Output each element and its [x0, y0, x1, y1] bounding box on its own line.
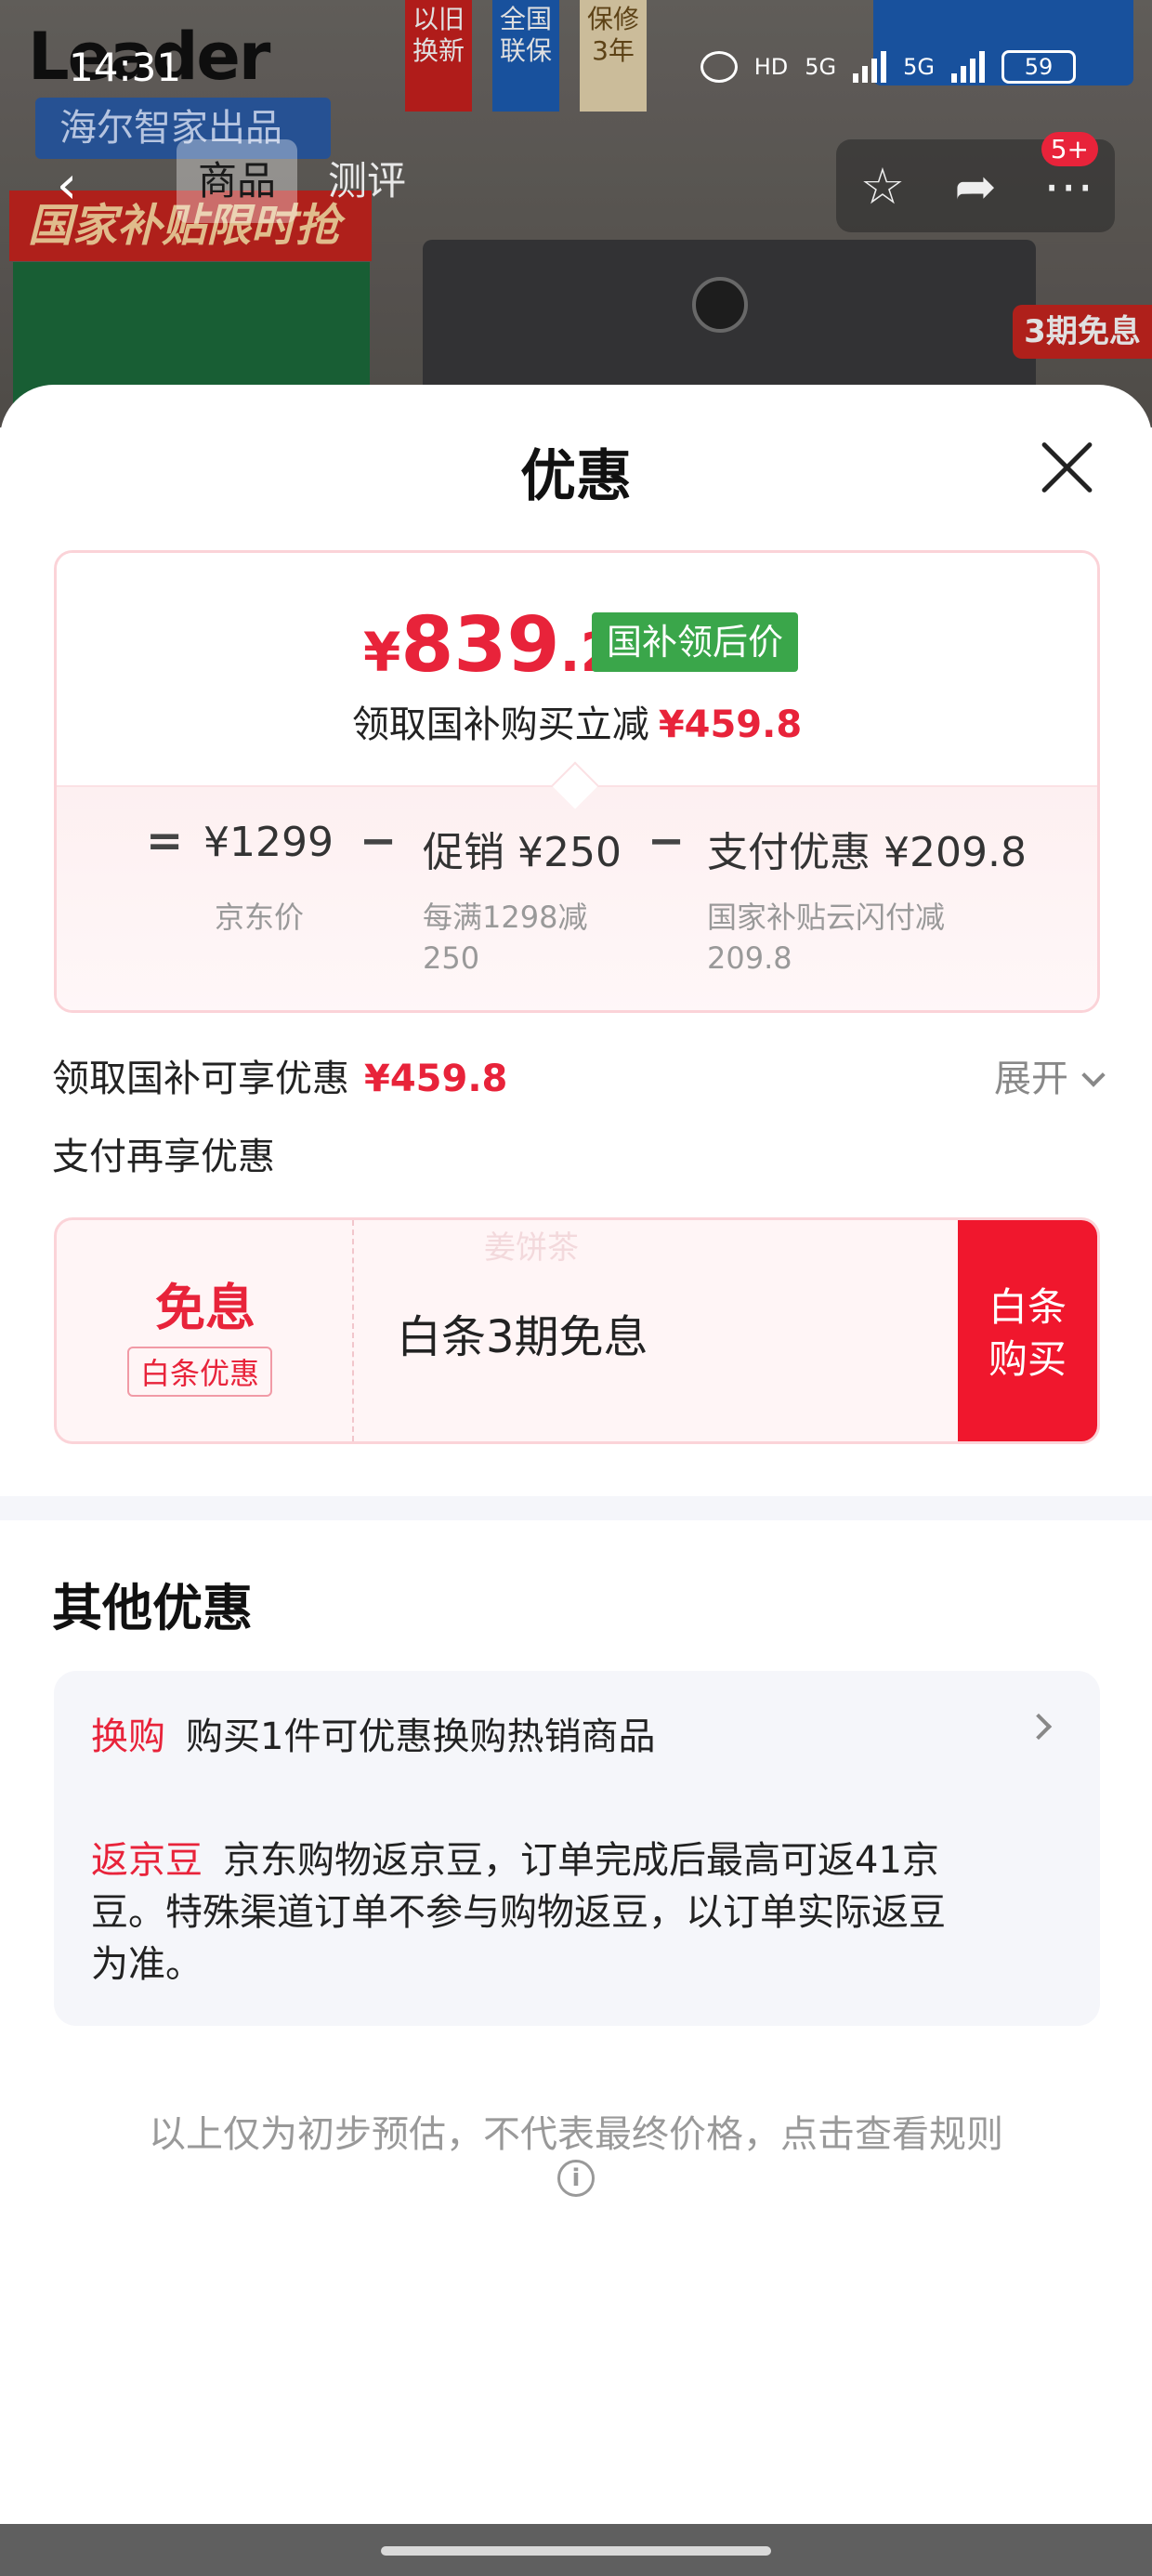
promo-desc-line2: 250 [423, 940, 480, 976]
minus-sign-1: − [360, 815, 398, 867]
pay-more-label: 支付再享优惠 [52, 1136, 275, 1178]
price-integer: 839 [400, 601, 560, 690]
system-navigation-bar [0, 2524, 1152, 2576]
signal-icon-1 [853, 51, 887, 83]
swap-tag: 换购 [91, 1715, 165, 1758]
status-time: 14:31 [69, 45, 182, 90]
section-divider [0, 1496, 1152, 1520]
reduce-text: 领取国补购买立减 [351, 703, 649, 746]
price-disclaimer-link[interactable]: 以上仅为初步预估，不代表最终价格，点击查看规则 [0, 2104, 1152, 2158]
subsidy-label: 领取国补可享优惠 [52, 1058, 349, 1100]
bean-tag: 返京豆 [91, 1839, 203, 1882]
pay-desc-line2: 209.8 [707, 940, 792, 976]
subsidy-price-tag: 国补领后价 [592, 612, 799, 672]
status-icons: HD 5G 5G 59 [700, 50, 1076, 84]
reduce-line: 领取国补购买立减 ¥459.8 [57, 694, 1097, 748]
swap-text: 购买1件可优惠换购热销商品 [186, 1715, 656, 1758]
tab-review[interactable]: 测评 [307, 139, 427, 223]
swap-offer-row[interactable]: 换购 购买1件可优惠换购热销商品 [91, 1706, 1057, 1762]
other-offers-box: 换购 购买1件可优惠换购热销商品 返京豆 京东购物返京豆，订单完成后最高可返41京 … [54, 1671, 1100, 2026]
battery-icon: 59 [1001, 50, 1076, 84]
payment-discount-description: 国家补贴云闪付减 209.8 [707, 897, 945, 979]
product-tabs: 商品 测评 [177, 139, 427, 223]
jd-bean-offer-row: 返京豆 京东购物返京豆，订单完成后最高可返41京 豆。特殊渠道订单不参与购物返豆，… [91, 1834, 1039, 1991]
close-button[interactable] [1033, 433, 1100, 500]
interest-free-label: 免息 [155, 1279, 255, 1337]
hd-icon: HD [753, 54, 789, 80]
nav-actions: ☆ ➦ ⋯ 5+ [836, 132, 1115, 232]
status-bar: 14:31 HD 5G 5G 59 [0, 0, 1152, 139]
back-icon[interactable]: ‹ [39, 160, 95, 216]
tab-product[interactable]: 商品 [177, 139, 297, 223]
reduce-amount: ¥459.8 [658, 703, 803, 746]
subsidy-row: 领取国补可享优惠 ¥459.8 展开 [52, 1048, 1106, 1104]
alarm-icon [700, 51, 738, 83]
share-icon[interactable]: ➦ [938, 157, 1013, 216]
base-price-label: 京东价 [215, 900, 305, 935]
baitiao-offer-card[interactable]: 免息 白条优惠 姜饼茶 白条3期免息 白条 购买 [54, 1217, 1100, 1444]
expand-button[interactable]: 展开 [994, 1048, 1106, 1102]
signal-icon-2 [951, 51, 985, 83]
equals-sign: = [146, 815, 184, 867]
expand-label: 展开 [994, 1058, 1068, 1100]
chevron-down-icon [1081, 1063, 1106, 1087]
minus-sign-2: − [648, 815, 686, 867]
promo-description: 每满1298减 250 [423, 897, 587, 979]
price-summary: ¥839.2 国补领后价 领取国补购买立减 ¥459.8 [57, 553, 1097, 785]
price-card: ¥839.2 国补领后价 领取国补购买立减 ¥459.8 = ¥1299 京东价 … [54, 550, 1100, 1013]
discount-bottom-sheet: 优惠 ¥839.2 国补领后价 领取国补购买立减 ¥459.8 = ¥1299 京… [0, 385, 1152, 2522]
bean-text-3: 为准。 [91, 1943, 203, 1986]
bean-text-2: 豆。特殊渠道订单不参与购物返豆，以订单实际返豆 [91, 1891, 946, 1934]
baitiao-discount-tag: 白条优惠 [127, 1347, 273, 1397]
star-icon[interactable]: ☆ [845, 157, 920, 216]
chevron-right-icon [1025, 1713, 1053, 1741]
info-icon[interactable]: i [557, 2160, 595, 2197]
sheet-title: 优惠 [520, 444, 632, 509]
price-currency: ¥ [363, 621, 401, 684]
payment-discount-value: 支付优惠 ¥209.8 [707, 829, 1027, 876]
notification-badge: 5+ [1041, 132, 1098, 166]
bean-text-1: 京东购物返京豆，订单完成后最高可返41京 [223, 1839, 939, 1882]
promo-desc-line1: 每满1298减 [423, 900, 588, 935]
price-breakdown: = ¥1299 京东价 − 促销 ¥250 每满1298减 250 − 支付优惠… [57, 785, 1097, 1010]
baitiao-badge-area: 免息 白条优惠 [57, 1220, 354, 1441]
bean-line-1: 返京豆 京东购物返京豆，订单完成后最高可返41京 [91, 1834, 1039, 1886]
network-label-1: 5G [805, 54, 837, 80]
buy-label-line2: 购买 [988, 1336, 1067, 1382]
product-nav-bar: ‹ 商品 测评 ☆ ➦ ⋯ 5+ [0, 132, 1152, 232]
baitiao-offer-text: 白条3期免息 [397, 1311, 648, 1363]
buy-label-line1: 白条 [988, 1284, 1067, 1330]
network-label-2: 5G [903, 54, 935, 80]
home-indicator[interactable] [381, 2546, 771, 2556]
pay-desc-line1: 国家补贴云闪付减 [707, 900, 946, 935]
watermark-text: 姜饼茶 [484, 1229, 579, 1267]
other-offers-title: 其他优惠 [52, 1579, 253, 1637]
final-price: ¥839.2 [363, 601, 618, 690]
baitiao-buy-button[interactable]: 白条 购买 [958, 1220, 1097, 1441]
base-price: ¥1299 [203, 819, 334, 866]
promo-value: 促销 ¥250 [423, 829, 622, 876]
subsidy-amount: ¥459.8 [364, 1058, 508, 1100]
